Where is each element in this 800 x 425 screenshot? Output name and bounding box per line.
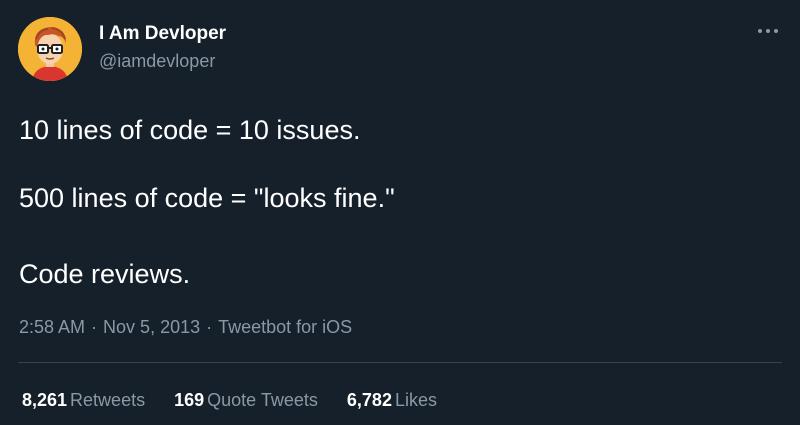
tweet-time[interactable]: 2:58 AM xyxy=(19,317,85,337)
quote-tweets-count: 169 xyxy=(174,390,205,410)
tweet-card: I Am Devloper @iamdevloper 10 lines of c… xyxy=(0,0,800,425)
retweets-count: 8,261 xyxy=(22,390,68,410)
more-options-button[interactable] xyxy=(752,20,784,42)
tweet-text-line-2: 500 lines of code = "looks fine." xyxy=(19,183,395,213)
likes-label: Likes xyxy=(394,390,437,410)
quote-tweets-label: Quote Tweets xyxy=(207,390,318,410)
tweet-stats: 8,261 Retweets 169 Quote Tweets 6,782 Likes xyxy=(22,390,461,411)
more-horizontal-icon xyxy=(758,29,778,33)
developer-avatar-icon xyxy=(18,17,82,81)
tweet-date[interactable]: Nov 5, 2013 xyxy=(103,317,200,337)
likes-count: 6,782 xyxy=(346,390,392,410)
likes-stat[interactable]: 6,782 Likes xyxy=(347,390,437,411)
tweet-text-line-1: 10 lines of code = 10 issues. xyxy=(19,115,361,145)
tweet-text-line-3: Code reviews. xyxy=(19,259,191,289)
quote-tweets-stat[interactable]: 169 Quote Tweets xyxy=(174,390,318,411)
author-handle[interactable]: @iamdevloper xyxy=(99,51,215,72)
tweet-meta: 2:58 AM · Nov 5, 2013 · Tweetbot for iOS xyxy=(19,317,352,338)
retweets-label: Retweets xyxy=(70,390,146,410)
avatar[interactable] xyxy=(18,17,82,81)
meta-separator: · xyxy=(206,317,213,337)
retweets-stat[interactable]: 8,261 Retweets xyxy=(22,390,145,411)
meta-separator: · xyxy=(91,317,98,337)
tweet-source-link[interactable]: Tweetbot for iOS xyxy=(218,317,352,337)
divider xyxy=(18,362,782,363)
author-display-name[interactable]: I Am Devloper xyxy=(99,23,226,45)
